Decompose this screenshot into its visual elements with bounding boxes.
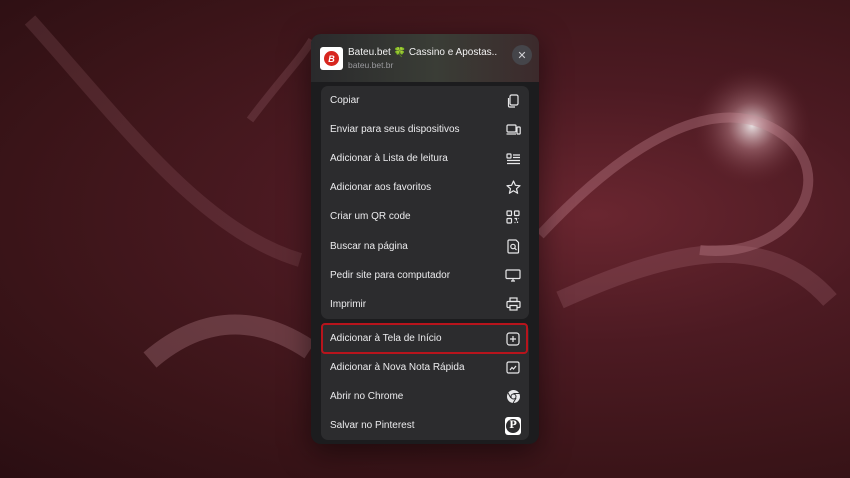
menu-item-label: Adicionar à Nova Nota Rápida bbox=[330, 362, 465, 374]
qr-code-icon bbox=[505, 209, 521, 225]
menu-group-actions: Copiar Enviar para seus dispositivos Adi… bbox=[321, 86, 529, 319]
menu-item-label: Criar um QR code bbox=[330, 211, 411, 223]
star-icon bbox=[505, 180, 521, 196]
clover-icon: 🍀 bbox=[393, 47, 407, 58]
menu-item-save-to-pinterest[interactable]: Salvar no Pinterest P bbox=[321, 411, 529, 440]
site-title-suffix: Cassino e Apostas... bbox=[408, 47, 498, 58]
menu-item-add-quick-note[interactable]: Adicionar à Nova Nota Rápida bbox=[321, 353, 529, 382]
add-square-icon bbox=[505, 331, 521, 347]
menu-group-extensions: Adicionar à Tela de Início Adicionar à N… bbox=[321, 324, 529, 440]
quick-note-icon bbox=[505, 360, 521, 376]
pinterest-letter: P bbox=[506, 418, 520, 433]
close-icon: ✕ bbox=[517, 49, 527, 62]
share-sheet-header: B Bateu.bet 🍀 Cassino e Apostas... bateu… bbox=[311, 34, 539, 82]
site-logo: B bbox=[320, 47, 343, 70]
menu-item-label: Adicionar à Lista de leitura bbox=[330, 153, 448, 165]
menu-item-copy[interactable]: Copiar bbox=[321, 86, 529, 115]
pinterest-logo: P bbox=[505, 416, 521, 435]
menu-item-print[interactable]: Imprimir bbox=[321, 290, 529, 319]
menu-item-add-favorites[interactable]: Adicionar aos favoritos bbox=[321, 173, 529, 202]
share-sheet: B Bateu.bet 🍀 Cassino e Apostas... bateu… bbox=[311, 34, 539, 444]
menu-item-create-qr-code[interactable]: Criar um QR code bbox=[321, 202, 529, 231]
menu-item-send-to-devices[interactable]: Enviar para seus dispositivos bbox=[321, 115, 529, 144]
menu-item-add-to-home-screen[interactable]: Adicionar à Tela de Início bbox=[321, 324, 529, 353]
site-title-name: Bateu.bet bbox=[348, 47, 391, 58]
pinterest-icon: P bbox=[505, 416, 521, 435]
find-in-page-icon bbox=[505, 238, 521, 254]
menu-item-label: Abrir no Chrome bbox=[330, 391, 404, 403]
chrome-icon bbox=[505, 389, 521, 405]
menu-item-label: Adicionar aos favoritos bbox=[330, 182, 432, 194]
copy-icon bbox=[505, 93, 521, 109]
site-url: bateu.bet.br bbox=[348, 60, 394, 70]
devices-icon bbox=[505, 122, 521, 138]
menu-item-label: Adicionar à Tela de Início bbox=[330, 333, 442, 345]
menu-item-label: Copiar bbox=[330, 95, 360, 107]
close-button[interactable]: ✕ bbox=[512, 45, 532, 65]
site-title: Bateu.bet 🍀 Cassino e Apostas... bbox=[348, 47, 498, 58]
menu-item-add-reading-list[interactable]: Adicionar à Lista de leitura bbox=[321, 144, 529, 173]
menu-item-label: Buscar na página bbox=[330, 240, 408, 252]
menu-item-find-in-page[interactable]: Buscar na página bbox=[321, 231, 529, 260]
menu-item-request-desktop-site[interactable]: Pedir site para computador bbox=[321, 261, 529, 290]
menu-item-label: Enviar para seus dispositivos bbox=[330, 124, 460, 136]
printer-icon bbox=[505, 296, 521, 312]
menu-item-open-in-chrome[interactable]: Abrir no Chrome bbox=[321, 382, 529, 411]
menu-item-label: Salvar no Pinterest bbox=[330, 420, 415, 432]
reading-list-icon bbox=[505, 151, 521, 167]
desktop-icon bbox=[505, 267, 521, 283]
menu-item-label: Pedir site para computador bbox=[330, 269, 451, 281]
site-logo-mark: B bbox=[324, 51, 339, 66]
menu-item-label: Imprimir bbox=[330, 298, 367, 310]
